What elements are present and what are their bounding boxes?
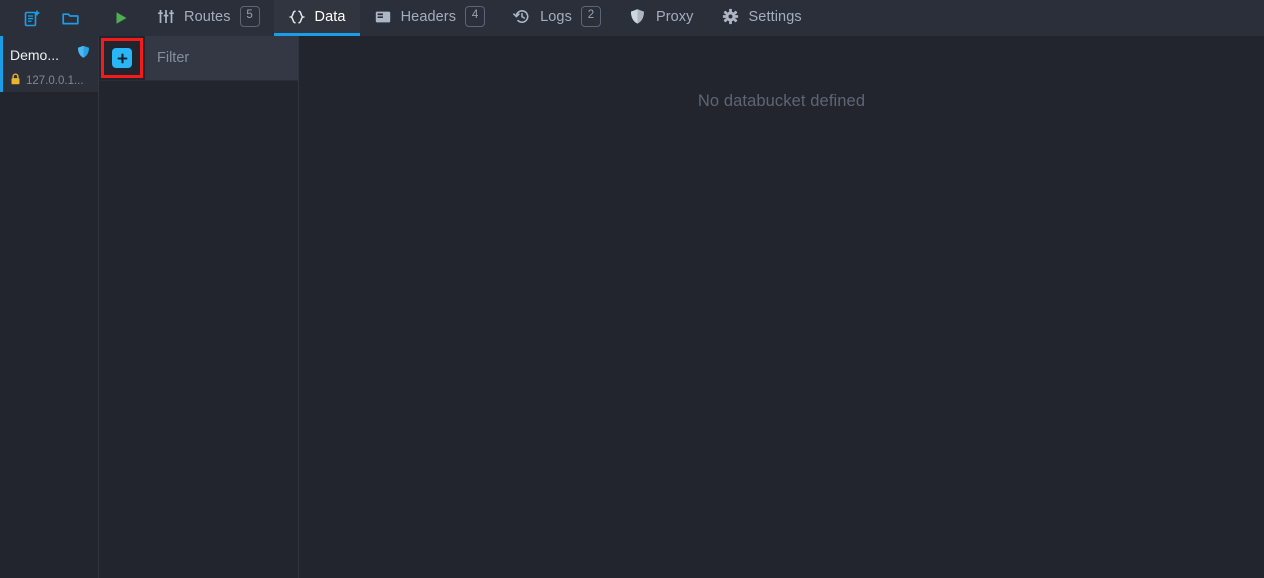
main-content: No databucket defined bbox=[299, 36, 1264, 578]
top-bar-file-actions bbox=[0, 0, 99, 36]
top-bar-tabs-area: Routes 5 Data Headers 4 Logs 2 Proxy Set… bbox=[99, 0, 1264, 36]
tab-proxy[interactable]: Proxy bbox=[615, 0, 708, 36]
empty-state-message: No databucket defined bbox=[697, 92, 866, 110]
history-icon bbox=[513, 8, 531, 26]
gear-icon bbox=[722, 8, 740, 26]
sliders-icon bbox=[157, 8, 175, 26]
new-environment-icon[interactable] bbox=[22, 8, 42, 28]
headers-icon bbox=[374, 8, 392, 26]
environment-header: Demo... bbox=[10, 45, 90, 64]
lock-icon bbox=[10, 72, 21, 90]
databuckets-filter-wrap[interactable] bbox=[145, 36, 298, 80]
tab-badge: 2 bbox=[580, 6, 601, 27]
environment-url-row: 127.0.0.1... bbox=[10, 72, 90, 90]
databuckets-panel bbox=[99, 36, 299, 578]
tab-label: Headers bbox=[400, 8, 457, 25]
environment-item[interactable]: Demo... 127.0.0.1... bbox=[0, 36, 98, 92]
tab-headers[interactable]: Headers 4 bbox=[360, 0, 500, 36]
environments-sidebar: Demo... 127.0.0.1... bbox=[0, 36, 99, 578]
tab-routes[interactable]: Routes 5 bbox=[143, 0, 274, 36]
add-databucket-button[interactable] bbox=[112, 48, 132, 68]
body: Demo... 127.0.0.1... Filter No databucke… bbox=[0, 36, 1264, 578]
tab-badge: 5 bbox=[239, 6, 260, 27]
top-bar: Routes 5 Data Headers 4 Logs 2 Proxy Set… bbox=[0, 0, 1264, 36]
environment-name: Demo... bbox=[10, 46, 60, 63]
shield-icon bbox=[77, 45, 90, 64]
app-window: Routes 5 Data Headers 4 Logs 2 Proxy Set… bbox=[0, 0, 1264, 578]
tab-settings[interactable]: Settings bbox=[708, 0, 816, 36]
tab-label: Proxy bbox=[655, 8, 694, 25]
add-databucket-cell bbox=[99, 36, 145, 80]
tab-label: Routes bbox=[184, 8, 231, 25]
tab-label: Data bbox=[314, 8, 346, 25]
shield-icon bbox=[629, 8, 647, 26]
tab-badge: 4 bbox=[465, 6, 486, 27]
databuckets-toolbar bbox=[99, 36, 298, 81]
start-server-button[interactable] bbox=[99, 0, 143, 36]
open-environment-icon[interactable] bbox=[60, 8, 80, 28]
tab-logs[interactable]: Logs 2 bbox=[499, 0, 615, 36]
databuckets-list bbox=[99, 81, 298, 578]
tab-data[interactable]: Data bbox=[273, 0, 360, 36]
tab-label: Settings bbox=[748, 8, 802, 25]
filter-input[interactable] bbox=[145, 50, 298, 66]
main-tabs: Routes 5 Data Headers 4 Logs 2 Proxy Set… bbox=[143, 0, 816, 36]
braces-icon bbox=[288, 8, 306, 26]
environment-url: 127.0.0.1... bbox=[26, 75, 84, 87]
tab-label: Logs bbox=[540, 8, 572, 25]
